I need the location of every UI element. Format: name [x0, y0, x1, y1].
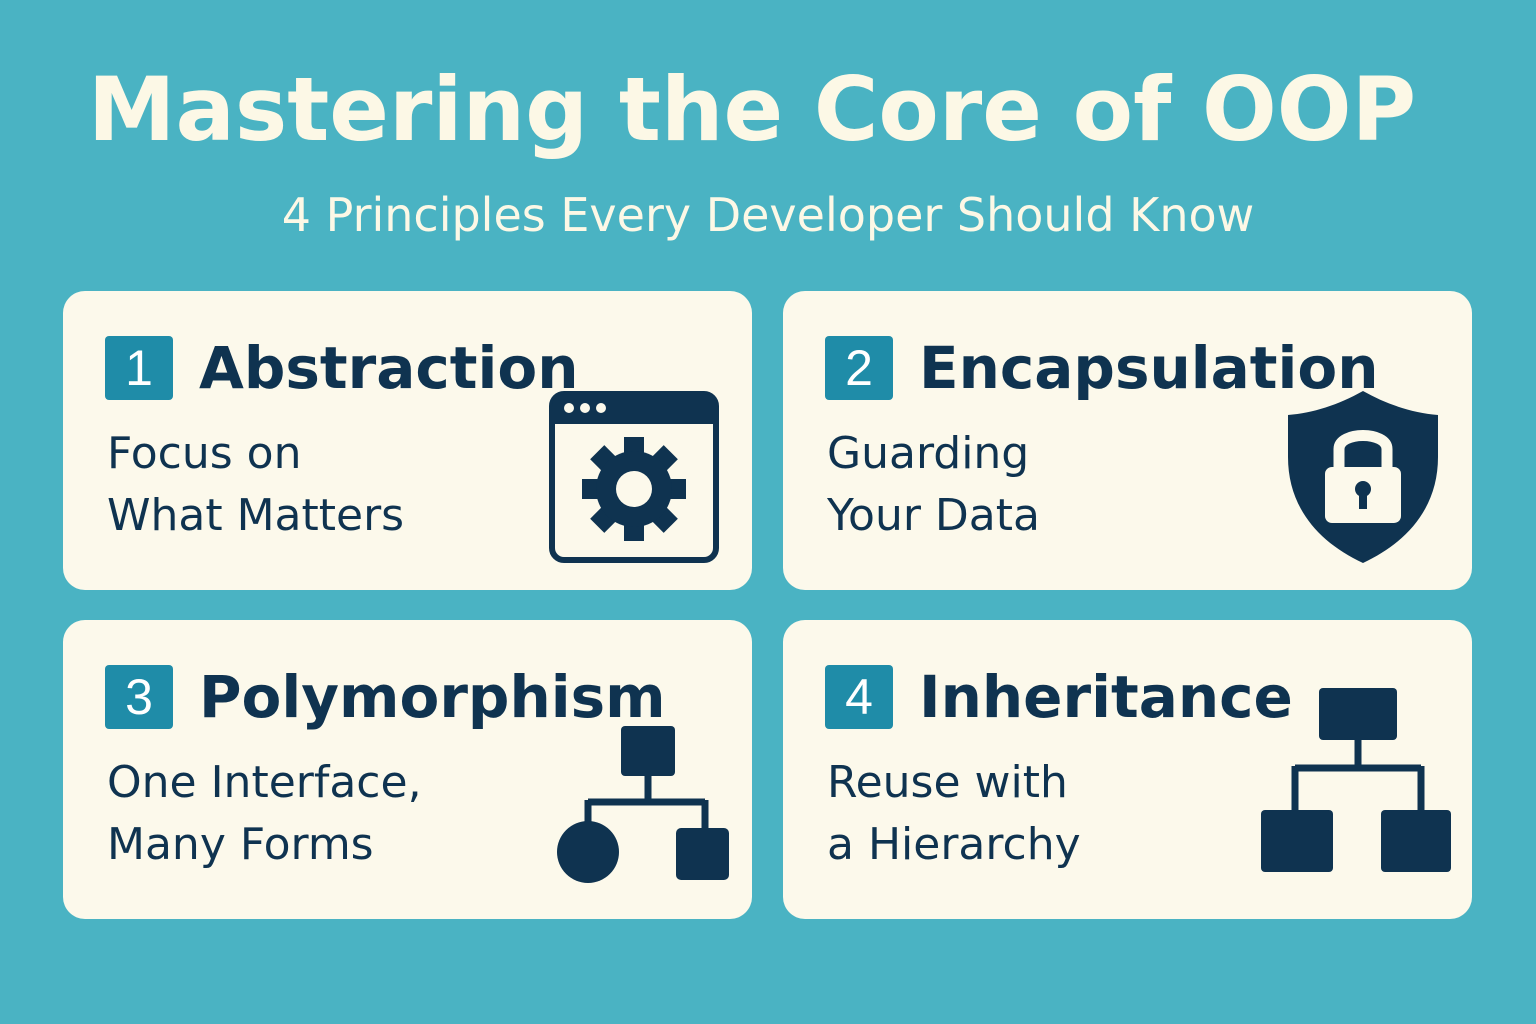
card-description-line: Reuse with — [827, 757, 1068, 808]
card-title: Abstraction — [199, 334, 579, 402]
card-number-badge: 3 — [105, 665, 173, 729]
card-description-line: Your Data — [827, 490, 1040, 541]
hierarchy-icon — [1261, 688, 1451, 872]
card-description-line: a Hierarchy — [827, 819, 1081, 870]
card-description-line: Focus on — [107, 428, 302, 479]
principle-card-polymorphism: 3 Polymorphism One Interface, Many Forms — [63, 620, 752, 919]
card-number-badge: 2 — [825, 336, 893, 400]
card-description-line: One Interface, — [107, 757, 422, 808]
card-description-line: What Matters — [107, 490, 405, 541]
card-description: Focus on What Matters — [107, 423, 404, 547]
shape-tree-icon — [557, 726, 729, 883]
principle-card-inheritance: 4 Inheritance Reuse with a Hierarchy — [783, 620, 1472, 919]
card-description-line: Many Forms — [107, 819, 374, 870]
card-description-line: Guarding — [827, 428, 1030, 479]
principle-card-abstraction: 1 Abstraction Focus on What Matters — [63, 291, 752, 590]
card-title: Inheritance — [919, 663, 1293, 731]
card-title: Polymorphism — [199, 663, 666, 731]
card-description: One Interface, Many Forms — [107, 752, 422, 876]
card-description: Reuse with a Hierarchy — [827, 752, 1081, 876]
page-title: Mastering the Core of OOP — [87, 58, 1417, 161]
card-number-badge: 1 — [105, 336, 173, 400]
principle-card-encapsulation: 2 Encapsulation Guarding Your Data — [783, 291, 1472, 590]
card-number-badge: 4 — [825, 665, 893, 729]
card-description: Guarding Your Data — [827, 423, 1040, 547]
window-gear-icon — [549, 391, 719, 563]
page-subtitle: 4 Principles Every Developer Should Know — [281, 188, 1255, 242]
shield-lock-icon — [1288, 391, 1438, 563]
